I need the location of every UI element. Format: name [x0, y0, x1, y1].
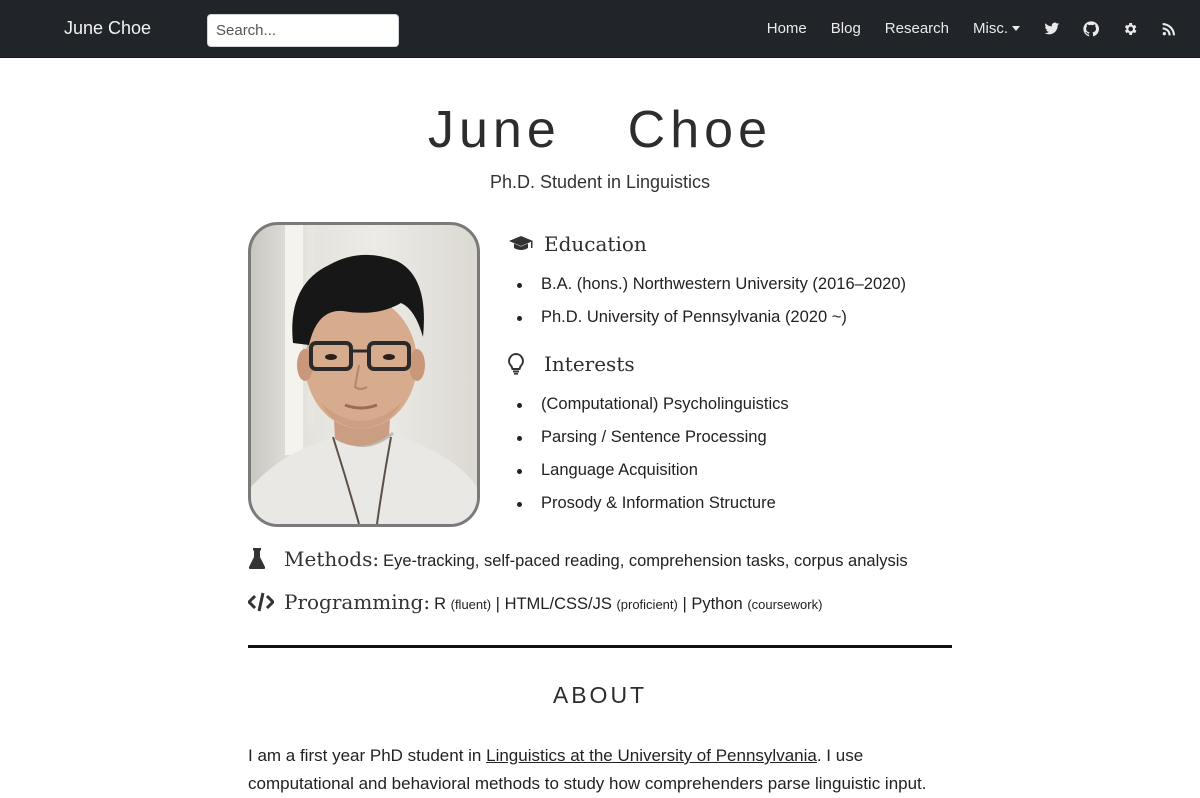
- lang-python: Python: [691, 595, 743, 613]
- about-paragraph: I am a first year PhD student in Linguis…: [248, 742, 952, 798]
- education-list: B.A. (hons.) Northwestern University (20…: [517, 268, 906, 334]
- graduation-cap-icon: [508, 233, 534, 255]
- rss-icon[interactable]: [1161, 21, 1177, 37]
- lang-r: R: [434, 595, 447, 613]
- programming-label: Programming:: [284, 590, 431, 614]
- brand-link[interactable]: June Choe: [64, 0, 151, 57]
- programming-text: R (fluent) | HTML/CSS/JS (proficient) | …: [434, 595, 822, 614]
- interests-heading: Interests: [508, 352, 635, 376]
- cog-icon[interactable]: [1122, 21, 1138, 37]
- methods-label: Methods:: [284, 547, 380, 571]
- section-divider: [248, 645, 952, 648]
- top-navbar: June Choe Home Blog Research Misc.: [0, 0, 1200, 58]
- interests-heading-label: Interests: [544, 352, 635, 376]
- list-item: B.A. (hons.) Northwestern University (20…: [517, 268, 906, 301]
- lang-python-level: (coursework): [747, 597, 823, 612]
- github-icon[interactable]: [1083, 20, 1099, 37]
- profile-photo: [248, 222, 480, 527]
- search-input[interactable]: [207, 14, 399, 47]
- programming-row: Programming: R (fluent) | HTML/CSS/JS (p…: [248, 590, 822, 614]
- nav-home-link[interactable]: Home: [767, 20, 807, 37]
- caret-down-icon: [1012, 26, 1020, 31]
- nav-misc-dropdown[interactable]: Misc.: [973, 20, 1020, 37]
- list-item: (Computational) Psycholinguistics: [517, 388, 789, 421]
- twitter-icon[interactable]: [1044, 21, 1060, 37]
- lang-web: HTML/CSS/JS: [504, 595, 612, 613]
- separator: |: [682, 595, 687, 613]
- education-heading-label: Education: [544, 232, 647, 256]
- nav-research-link[interactable]: Research: [885, 20, 949, 37]
- lang-r-level: (fluent): [450, 597, 492, 612]
- lightbulb-icon: [508, 353, 534, 375]
- separator: |: [495, 595, 500, 613]
- nav-links: Home Blog Research Misc.: [767, 0, 1200, 57]
- about-text-before: I am a first year PhD student in: [248, 746, 487, 765]
- about-heading: ABOUT: [552, 682, 648, 708]
- code-icon: [248, 592, 274, 612]
- flask-icon: [248, 548, 274, 570]
- penn-linguistics-link[interactable]: Linguistics at the University of Pennsyl…: [486, 746, 817, 765]
- page-title: June Choe: [428, 101, 772, 159]
- list-item: Language Acquisition: [517, 454, 789, 487]
- lang-web-level: (proficient): [616, 597, 678, 612]
- list-item: Parsing / Sentence Processing: [517, 421, 789, 454]
- nav-misc-label: Misc.: [973, 20, 1008, 37]
- list-item: Ph.D. University of Pennsylvania (2020 ~…: [517, 301, 906, 334]
- methods-text: Eye-tracking, self-paced reading, compre…: [383, 552, 908, 570]
- education-heading: Education: [508, 232, 647, 256]
- nav-blog-link[interactable]: Blog: [831, 20, 861, 37]
- methods-row: Methods: Eye-tracking, self-paced readin…: [248, 547, 908, 571]
- interests-list: (Computational) Psycholinguistics Parsin…: [517, 388, 789, 520]
- list-item: Prosody & Information Structure: [517, 487, 789, 520]
- page-subtitle: Ph.D. Student in Linguistics: [489, 172, 711, 192]
